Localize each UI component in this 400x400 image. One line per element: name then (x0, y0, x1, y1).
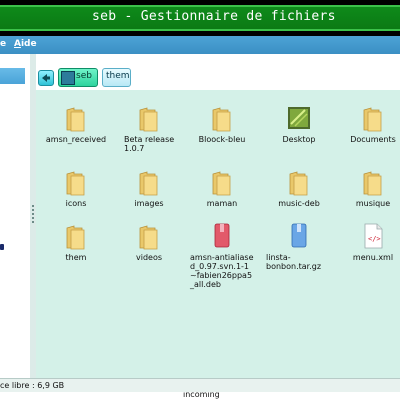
breadcrumb-label: them (106, 71, 130, 81)
file-name: images (134, 199, 164, 208)
folder-icon (210, 168, 234, 196)
file-name: Desktop (282, 135, 316, 144)
title-bar: seb - Gestionnaire de fichiers (0, 0, 400, 36)
file-item[interactable]: Desktop (264, 104, 334, 144)
file-name: videos (135, 253, 163, 262)
sidebar[interactable] (0, 54, 31, 378)
background-window-label: incoming (183, 392, 220, 399)
folder-icon (64, 222, 88, 250)
file-item[interactable]: amsn-antialiased_0.97.svn.1-1~fabien26pp… (190, 222, 254, 289)
sidebar-bullet (0, 244, 4, 250)
file-item[interactable]: them (41, 222, 111, 262)
menu-item-edit[interactable]: e (0, 39, 6, 49)
folder-icon (64, 104, 88, 132)
folder-icon (137, 168, 161, 196)
xml-file-icon: </> (361, 222, 385, 250)
file-item[interactable]: Beta release 1.0.7 (114, 104, 184, 153)
folder-icon (361, 104, 385, 132)
file-name: Bloock-bleu (198, 135, 246, 144)
breadcrumb-label: seb (76, 71, 92, 81)
sidebar-selected-item[interactable] (0, 68, 25, 84)
file-name: icons (65, 199, 87, 208)
background-window-strip: incoming (0, 392, 400, 400)
file-item[interactable]: linsta-bonbon.tar.gz (266, 222, 332, 271)
location-bar: seb them (36, 54, 400, 91)
folder-icon (64, 168, 88, 196)
file-name: them (65, 253, 87, 262)
file-item[interactable]: images (114, 168, 184, 208)
menu-item-help[interactable]: Aide (14, 39, 37, 49)
archive-icon (287, 222, 311, 250)
title-bar-inner: seb - Gestionnaire de fichiers (0, 5, 400, 31)
home-icon (61, 71, 75, 85)
folder-icon (137, 104, 161, 132)
file-name: maman (206, 199, 238, 208)
file-item[interactable]: musique (338, 168, 400, 208)
file-name: linsta-bonbon.tar.gz (266, 253, 322, 271)
deb-package-icon (210, 222, 234, 250)
back-button[interactable] (38, 70, 54, 86)
file-name: Documents (350, 135, 396, 144)
file-item[interactable]: Documents (338, 104, 400, 144)
file-name: music-deb (278, 199, 320, 208)
file-view[interactable]: amsn_received Beta release 1.0.7 Bloock-… (36, 90, 400, 378)
menu-bar: e Aide (0, 36, 400, 54)
file-name: menu.xml (352, 253, 394, 262)
breadcrumb-seb[interactable]: seb (58, 68, 98, 87)
folder-icon (287, 168, 311, 196)
file-item[interactable]: amsn_received (41, 104, 111, 144)
menu-item-help-label: ide (20, 39, 37, 49)
file-item[interactable]: maman (187, 168, 257, 208)
menu-item-edit-label: e (0, 39, 7, 49)
menu-item-help-mnemonic: A (14, 39, 21, 49)
status-bar: ce libre : 6,9 GB (0, 378, 400, 393)
desktop-icon (287, 104, 311, 132)
file-item[interactable]: music-deb (264, 168, 334, 208)
file-item[interactable]: videos (114, 222, 184, 262)
file-name: amsn_received (45, 135, 107, 144)
breadcrumb-them[interactable]: them (102, 68, 131, 87)
window-title: seb - Gestionnaire de fichiers (92, 9, 336, 24)
splitter-grip[interactable] (32, 205, 34, 225)
file-item[interactable]: Bloock-bleu (187, 104, 257, 144)
file-item[interactable]: </> menu.xml (338, 222, 400, 262)
svg-text:</>: </> (368, 235, 381, 243)
file-name: amsn-antialiased_0.97.svn.1-1~fabien26pp… (190, 253, 254, 289)
folder-icon (361, 168, 385, 196)
folder-icon (210, 104, 234, 132)
file-name: musique (355, 199, 391, 208)
folder-icon (137, 222, 161, 250)
file-item[interactable]: icons (41, 168, 111, 208)
left-arrow-icon (42, 74, 50, 82)
free-space-text: ce libre : 6,9 GB (0, 381, 65, 390)
file-name: Beta release 1.0.7 (124, 135, 175, 153)
